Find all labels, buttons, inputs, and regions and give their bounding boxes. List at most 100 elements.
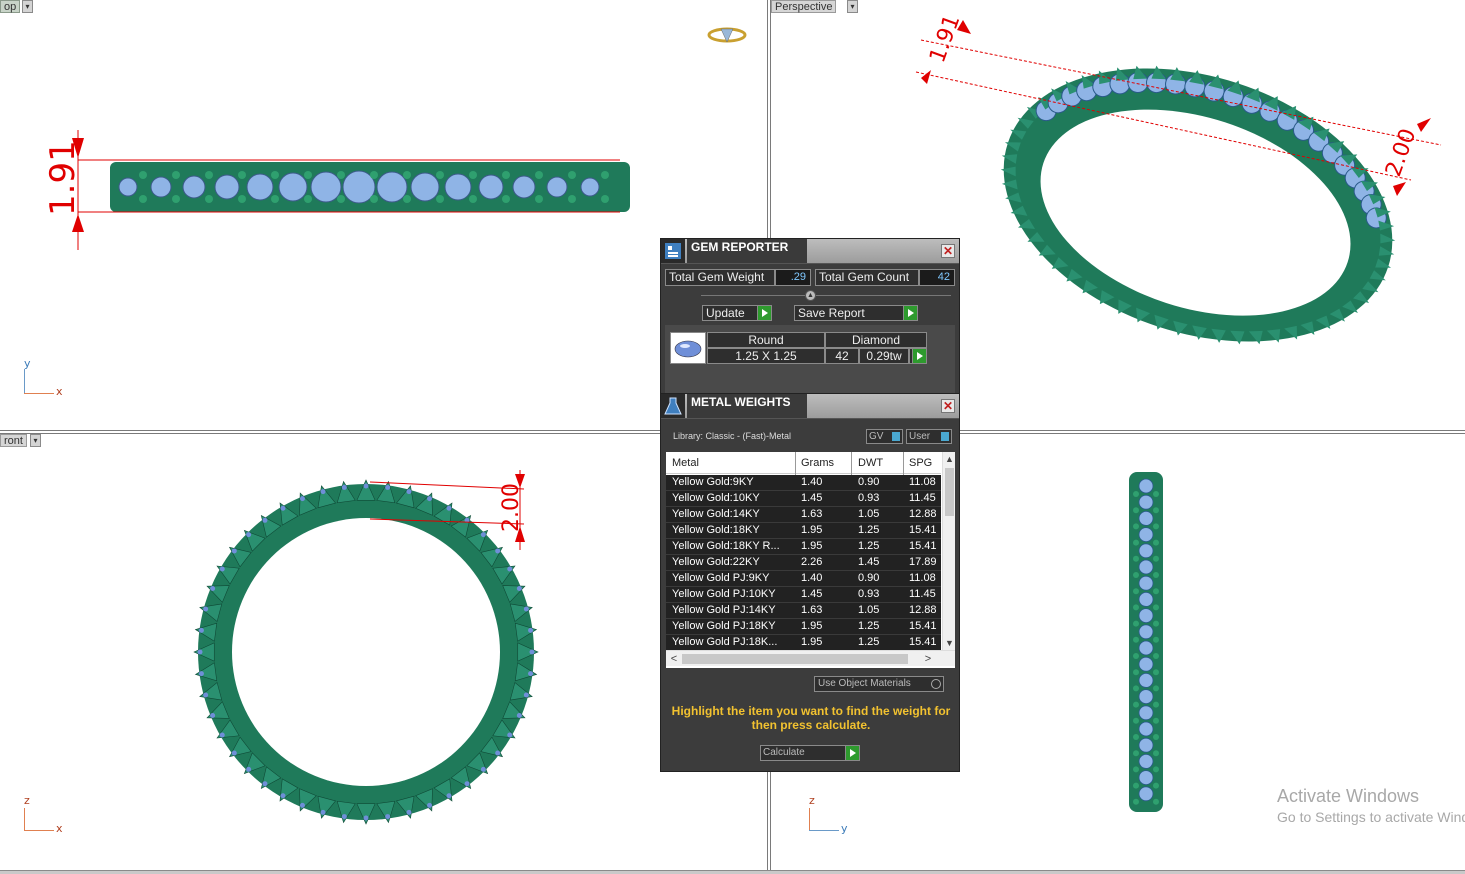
cell-spg: 17.89 — [909, 556, 937, 568]
cell-grams: 1.40 — [801, 572, 823, 584]
gem-detail-button[interactable] — [909, 348, 927, 364]
table-row[interactable]: Yellow Gold:18KY 1.95 1.25 15.41 — [666, 523, 941, 539]
viewport-perspective-label[interactable]: Perspective — [771, 0, 837, 13]
gem — [446, 793, 452, 799]
col-header-metal[interactable]: Metal — [672, 457, 699, 469]
prong — [1153, 734, 1159, 740]
metal-table[interactable]: Metal Grams DWT SPG Yellow Gold:9KY 1.40 0… — [666, 452, 955, 668]
prong — [1133, 636, 1139, 643]
metal-weights-titlebar[interactable]: METAL WEIGHTS ✕ — [661, 394, 959, 419]
gem — [464, 781, 470, 787]
prong — [271, 195, 279, 203]
scroll-left-icon[interactable]: < — [667, 651, 681, 667]
gem-material-cell[interactable]: Diamond — [825, 332, 927, 348]
vertical-scrollbar[interactable]: ▲ ▼ — [942, 452, 955, 650]
col-header-spg[interactable]: SPG — [909, 457, 932, 469]
prong — [1133, 717, 1139, 724]
ring-thumbnail-icon[interactable] — [707, 27, 747, 43]
scroll-right-icon[interactable]: > — [921, 651, 935, 667]
scroll-thumb[interactable] — [682, 654, 908, 664]
play-icon — [757, 306, 771, 320]
viewport-top-menu-arrow[interactable]: ▾ — [22, 0, 33, 13]
gem — [385, 484, 391, 490]
gem — [410, 172, 440, 202]
activate-windows-watermark: Activate Windows Go to Settings to activ… — [1277, 786, 1465, 825]
flask-icon — [661, 394, 685, 418]
cell-grams: 1.95 — [801, 636, 823, 648]
table-row[interactable]: Yellow Gold:14KY 1.63 1.05 12.88 — [666, 507, 941, 523]
horizontal-scrollbar[interactable]: < > — [666, 650, 955, 666]
gem — [310, 171, 342, 203]
update-button[interactable]: Update — [702, 305, 772, 321]
gem — [341, 814, 347, 820]
calculate-button[interactable]: Calculate — [760, 745, 860, 761]
scroll-up-icon[interactable]: ▲ — [943, 453, 955, 465]
gv-toggle[interactable]: GV — [866, 429, 903, 444]
cell-spg: 11.08 — [909, 572, 936, 584]
table-row[interactable]: Yellow Gold PJ:10KY 1.45 0.93 11.45 — [666, 587, 941, 603]
metal-weights-title: METAL WEIGHTS — [687, 394, 807, 418]
gem — [363, 483, 369, 489]
viewport-front-label[interactable]: ront — [0, 434, 27, 447]
gem — [1138, 511, 1154, 526]
prong — [1133, 588, 1139, 595]
gem — [198, 671, 204, 677]
table-row[interactable]: Yellow Gold PJ:9KY 1.40 0.90 11.08 — [666, 571, 941, 587]
gem — [444, 173, 472, 201]
prong — [601, 171, 609, 179]
prong — [436, 171, 444, 179]
axis-indicator-front: z x — [22, 794, 72, 835]
table-row[interactable]: Yellow Gold:22KY 2.26 1.45 17.89 — [666, 555, 941, 571]
axis-z-label: z — [809, 794, 815, 807]
gem-reporter-titlebar[interactable]: GEM REPORTER ✕ — [661, 239, 959, 264]
prong — [1153, 669, 1159, 676]
prong — [1153, 782, 1159, 789]
gem-size-cell[interactable]: 1.25 X 1.25 — [707, 348, 825, 364]
gem — [341, 484, 347, 490]
close-icon[interactable]: ✕ — [941, 399, 955, 413]
viewport-top-label[interactable]: op — [0, 0, 21, 13]
round-gem-icon[interactable] — [670, 332, 706, 364]
gem-weight-cell[interactable]: 0.29tw — [859, 348, 909, 364]
viewport-top[interactable]: 1.91 op ▾ y x — [0, 0, 767, 430]
gem — [406, 809, 412, 815]
table-row[interactable]: Yellow Gold PJ:14KY 1.63 1.05 12.88 — [666, 603, 941, 619]
gem-count-cell[interactable]: 42 — [825, 348, 859, 364]
prong — [1133, 539, 1139, 546]
table-row[interactable]: Yellow Gold PJ:18K... 1.95 1.25 15.41 — [666, 635, 941, 651]
table-row[interactable]: Yellow Gold:9KY 1.40 0.90 11.08 — [666, 475, 941, 491]
table-row[interactable]: Yellow Gold:18KY R... 1.95 1.25 15.41 — [666, 539, 941, 555]
cell-metal: Yellow Gold:22KY — [672, 556, 760, 568]
gem — [214, 174, 240, 200]
gem — [446, 505, 452, 511]
close-icon[interactable]: ✕ — [941, 244, 955, 258]
gem — [1138, 770, 1154, 786]
use-object-materials-toggle[interactable]: Use Object Materials — [814, 676, 944, 692]
gem — [197, 649, 203, 655]
prong — [205, 195, 213, 203]
table-row[interactable]: Yellow Gold:10KY 1.45 0.93 11.45 — [666, 491, 941, 507]
cell-grams: 2.26 — [801, 556, 823, 568]
scroll-thumb[interactable] — [945, 468, 954, 516]
bottom-status-strip — [0, 870, 1465, 874]
collapse-toggle-icon[interactable]: ▲ — [805, 290, 816, 301]
col-header-grams[interactable]: Grams — [801, 457, 834, 469]
viewport-perspective-menu-arrow[interactable]: ▾ — [847, 0, 858, 13]
table-row[interactable]: Yellow Gold PJ:18KY 1.95 1.25 15.41 — [666, 619, 941, 635]
prong — [1133, 555, 1139, 562]
gem — [427, 802, 433, 808]
col-header-dwt[interactable]: DWT — [858, 457, 883, 469]
viewport-front[interactable]: 2.00 ront ▾ z x — [0, 434, 767, 870]
cell-grams: 1.63 — [801, 604, 823, 616]
gem — [406, 489, 412, 495]
gem — [546, 176, 568, 198]
scroll-down-icon[interactable]: ▼ — [943, 637, 955, 649]
save-report-button[interactable]: Save Report — [794, 305, 918, 321]
gem-shape-cell[interactable]: Round — [707, 332, 825, 348]
metal-library-label: Library: Classic - (Fast)-Metal — [673, 431, 792, 441]
viewport-front-menu-arrow[interactable]: ▾ — [30, 434, 41, 447]
prong — [502, 195, 510, 203]
user-toggle[interactable]: User — [906, 429, 952, 444]
gem-reporter-panel: GEM REPORTER ✕ Total Gem Weight .29 Tota… — [660, 238, 960, 394]
prong — [1133, 507, 1139, 514]
